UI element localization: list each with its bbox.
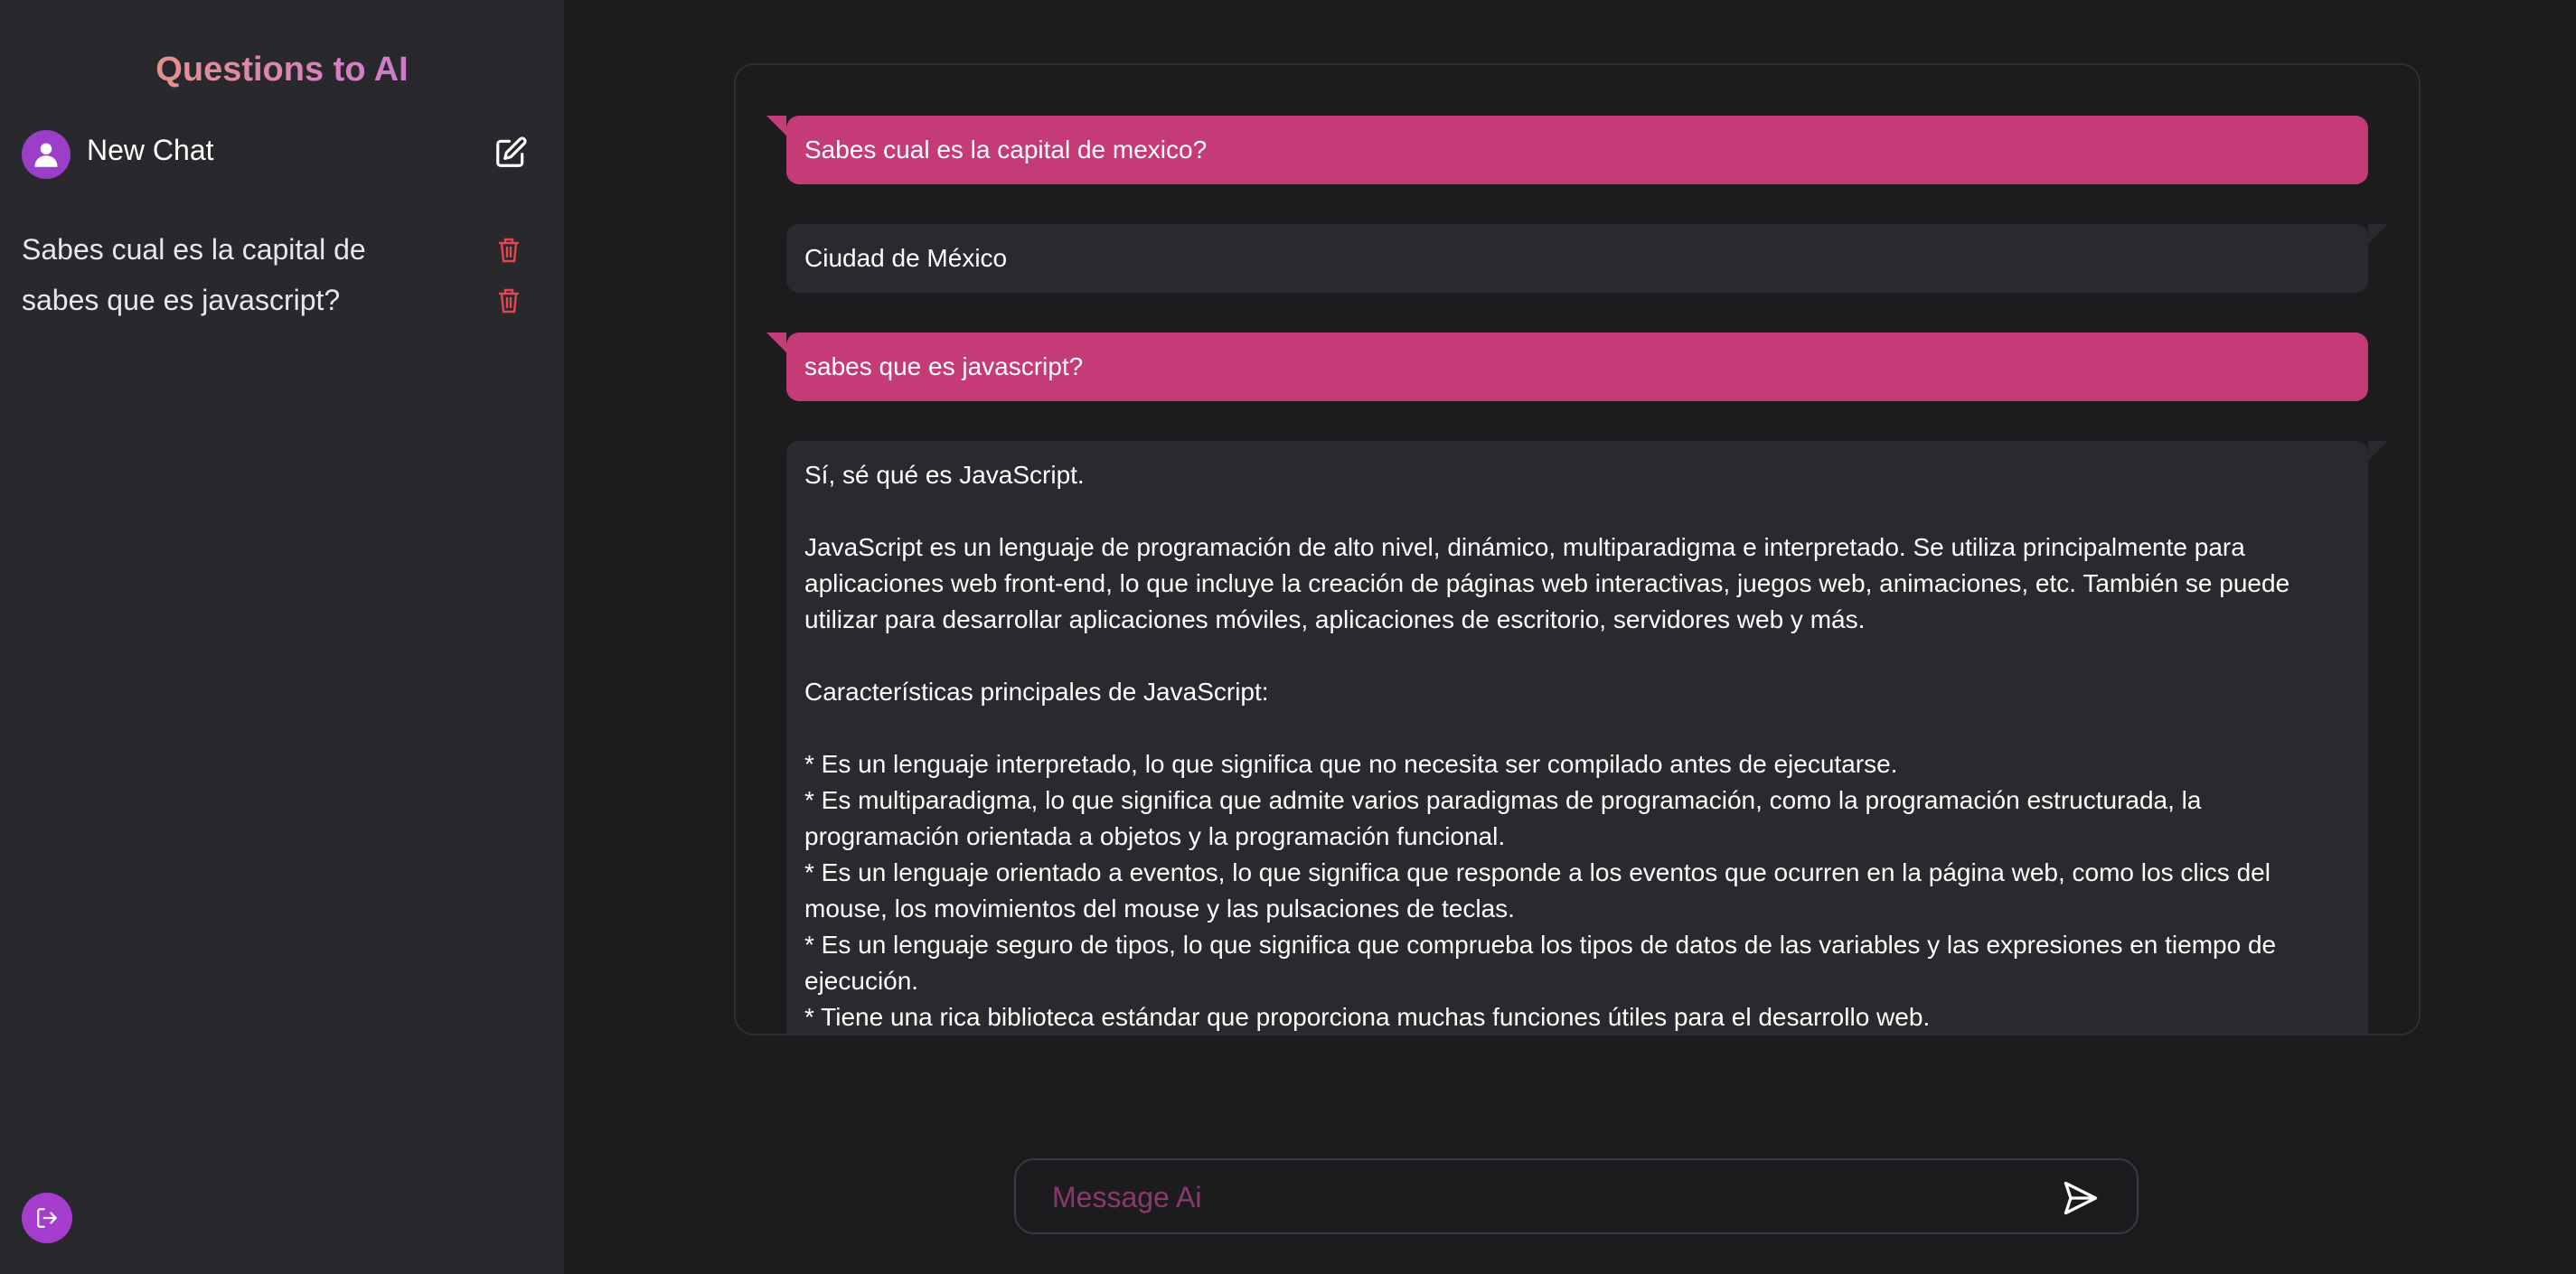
message-input[interactable] bbox=[1052, 1176, 2028, 1218]
message-composer bbox=[1014, 1158, 2139, 1234]
new-chat-row[interactable]: New Chat bbox=[22, 126, 528, 179]
bubble-tail bbox=[766, 333, 786, 352]
app: Questions to AI New Chat Sabes cual es l… bbox=[0, 0, 2576, 1274]
bubble-tail bbox=[2368, 224, 2388, 244]
edit-icon[interactable] bbox=[494, 136, 528, 170]
message-text: sabes que es javascript? bbox=[804, 352, 1084, 380]
chat-history-list: Sabes cual es la capital de sabes que es… bbox=[22, 226, 528, 327]
history-item[interactable]: sabes que es javascript? bbox=[22, 276, 528, 327]
ai-message: Ciudad de México bbox=[786, 224, 2388, 293]
sidebar: Questions to AI New Chat Sabes cual es l… bbox=[0, 0, 564, 1274]
message-text: Sabes cual es la capital de mexico? bbox=[804, 136, 1208, 164]
user-message: sabes que es javascript? bbox=[766, 333, 2368, 401]
ai-message: Sí, sé qué es JavaScript. JavaScript es … bbox=[786, 441, 2388, 1034]
bubble-tail bbox=[2368, 441, 2388, 461]
history-item-label[interactable]: sabes que es javascript? bbox=[22, 284, 340, 317]
user-message: Sabes cual es la capital de mexico? bbox=[766, 116, 2368, 184]
send-icon[interactable] bbox=[2061, 1178, 2101, 1218]
app-title: Questions to AI bbox=[0, 51, 564, 89]
new-chat-label[interactable]: New Chat bbox=[87, 134, 214, 167]
chat-panel[interactable]: Sabes cual es la capital de mexico? Ciud… bbox=[734, 63, 2421, 1035]
history-item-label[interactable]: Sabes cual es la capital de bbox=[22, 233, 366, 267]
trash-icon[interactable] bbox=[497, 237, 521, 264]
bubble-tail bbox=[766, 116, 786, 136]
logout-icon[interactable] bbox=[22, 1193, 72, 1243]
trash-icon[interactable] bbox=[497, 287, 521, 314]
user-icon bbox=[22, 130, 71, 179]
message-text: Sí, sé qué es JavaScript. JavaScript es … bbox=[804, 461, 2290, 1031]
history-item[interactable]: Sabes cual es la capital de bbox=[22, 226, 528, 276]
message-text: Ciudad de México bbox=[804, 244, 1008, 272]
